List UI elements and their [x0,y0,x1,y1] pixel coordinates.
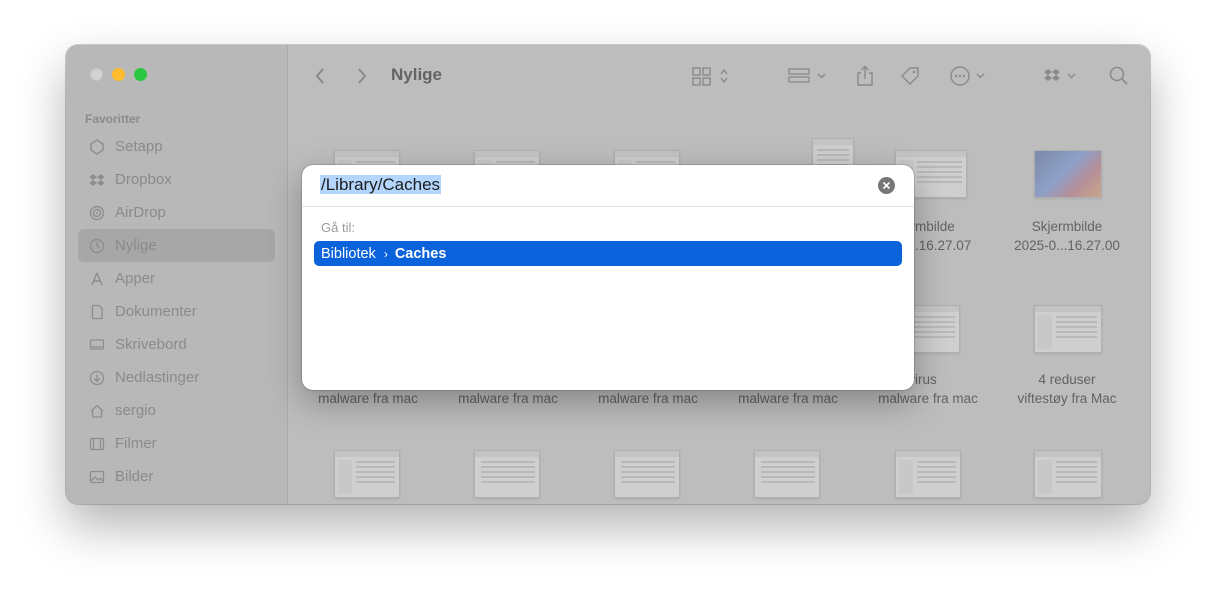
download-icon [88,369,105,386]
go-to-folder-dialog: /Library/Caches Gå til: Bibliotek › Cach… [302,165,914,390]
dropbox-icon [88,171,105,188]
sidebar-item-label: Dokumenter [115,303,197,320]
clear-input-button[interactable] [878,177,895,194]
sidebar-item-label: Nedlastinger [115,369,200,386]
file-thumbnail[interactable] [614,450,680,498]
forward-button[interactable] [356,65,368,87]
sidebar-item-desktop[interactable]: Skrivebord [78,328,275,361]
sidebar-item-label: Filmer [115,435,157,452]
suggestion-parent: Bibliotek [321,245,376,262]
group-button[interactable] [788,65,830,87]
sidebar-item-label: Skrivebord [115,336,187,353]
chevron-left-icon [315,68,324,84]
close-window-button[interactable] [90,68,103,81]
tag-button[interactable] [899,65,921,87]
close-icon [882,181,891,190]
file-name[interactable]: malware fra mac [443,389,573,408]
apps-icon [88,270,105,287]
file-name[interactable]: Skjermbilde 2025-0...16.27.00 [1002,217,1132,255]
sidebar-item-label: Apper [115,270,156,287]
sidebar-item-pictures[interactable]: Bilder [78,460,275,493]
share-button[interactable] [856,65,874,87]
sidebar-item-label: AirDrop [115,204,166,221]
film-icon [88,435,105,452]
path-input-value: /Library/Caches [320,175,442,194]
search-button[interactable] [1108,65,1130,87]
document-icon [88,303,105,320]
search-icon [1109,66,1128,85]
sidebar-item-applications[interactable]: Apper [78,262,275,295]
photo-icon [88,468,105,485]
file-name[interactable]: malware fra mac [583,389,713,408]
window-title: Nylige [391,65,443,84]
group-icon [788,68,826,83]
file-name[interactable]: malware fra mac [723,389,853,408]
back-button[interactable] [314,65,326,87]
sidebar-item-home[interactable]: sergio [78,394,275,427]
window-controls [90,68,147,81]
sidebar-item-movies[interactable]: Filmer [78,427,275,460]
dropbox-icon [1044,69,1076,81]
setapp-icon [88,138,105,155]
dropbox-toolbar-button[interactable] [1042,65,1084,87]
more-actions-button[interactable] [949,65,991,87]
file-thumbnail[interactable] [1034,450,1102,498]
sidebar-item-label: Setapp [115,138,163,155]
file-thumbnail[interactable] [1034,305,1102,353]
home-icon [88,402,105,419]
desktop-icon [88,336,105,353]
file-thumbnail[interactable] [474,450,540,498]
file-thumbnail[interactable] [1034,150,1102,198]
clock-icon [88,237,105,254]
suggestion-current: Caches [394,245,447,262]
file-thumbnail[interactable] [895,450,961,498]
file-name[interactable]: malware fra mac [303,389,433,408]
icon-grid-view-icon [692,67,728,86]
file-name[interactable]: 4 reduser viftestøy fra Mac [1002,370,1132,408]
sidebar-item-airdrop[interactable]: AirDrop [78,196,275,229]
sidebar-item-label: Bilder [115,468,154,485]
sidebar: Favoritter Setapp Dropbox AirDrop Nylige… [66,45,288,504]
file-thumbnail[interactable] [754,450,820,498]
sidebar-item-setapp[interactable]: Setapp [78,130,275,163]
goto-label: Gå til: [321,220,355,235]
sidebar-item-documents[interactable]: Dokumenter [78,295,275,328]
sidebar-item-recents[interactable]: Nylige [78,229,275,262]
sidebar-item-dropbox[interactable]: Dropbox [78,163,275,196]
path-input-row: /Library/Caches [302,165,914,207]
sidebar-item-label: Nylige [115,237,157,254]
path-input[interactable]: /Library/Caches [320,175,442,195]
sidebar-item-label: Dropbox [115,171,172,188]
view-mode-button[interactable] [692,65,734,87]
sidebar-heading-favorites: Favoritter [85,112,141,126]
path-suggestion[interactable]: Bibliotek › Caches [314,241,902,266]
airdrop-icon [88,204,105,221]
file-thumbnail[interactable] [334,450,400,498]
sidebar-item-label: sergio [115,402,156,419]
sidebar-item-downloads[interactable]: Nedlastinger [78,361,275,394]
minimize-window-button[interactable] [112,68,125,81]
sidebar-list: Setapp Dropbox AirDrop Nylige Apper Doku… [78,130,275,493]
chevron-right-icon [358,68,367,84]
ellipsis-circle-icon [950,66,985,86]
tag-icon [901,67,919,85]
chevron-right-icon: › [383,246,388,261]
zoom-window-button[interactable] [134,68,147,81]
toolbar: Nylige [288,45,1150,105]
share-icon [857,65,873,86]
